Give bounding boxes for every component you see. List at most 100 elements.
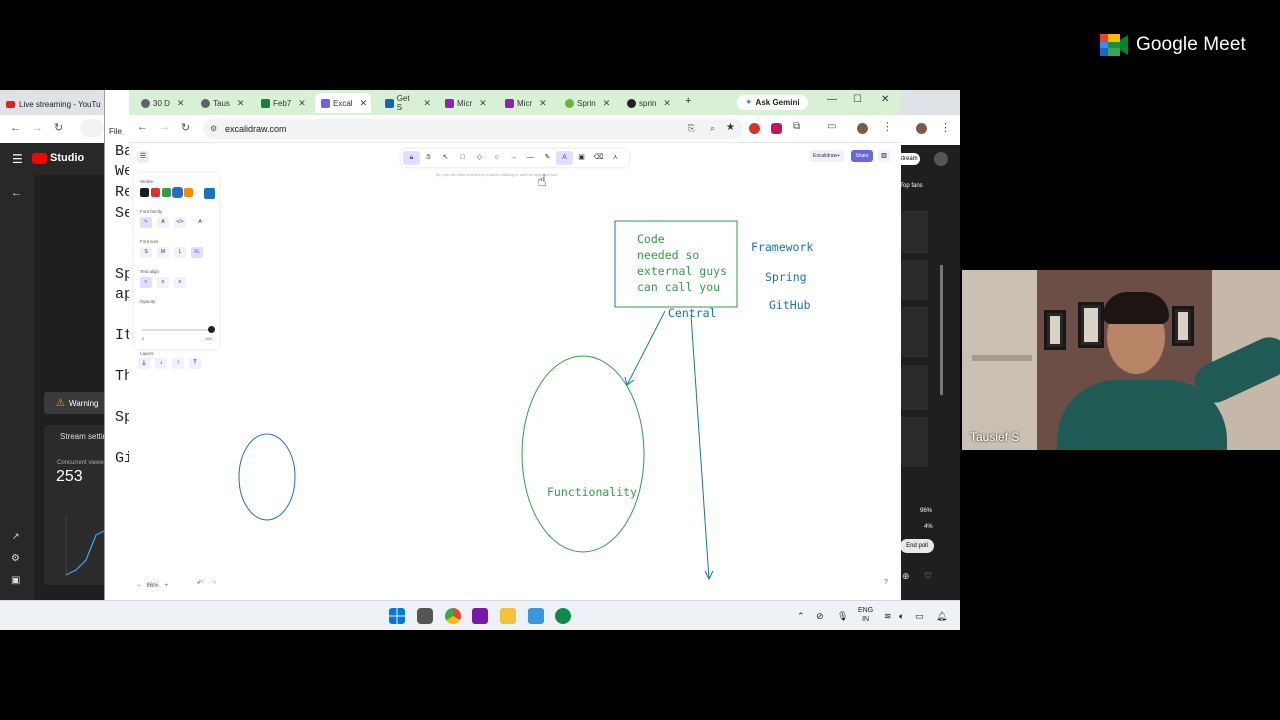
spring-text[interactable]: Spring [765,270,807,284]
code-box-text[interactable]: Code needed so external guys can call yo… [637,231,747,295]
tab-close-icon[interactable]: ✕ [177,98,185,109]
gemini-label: Ask Gemini [755,98,800,107]
menu-icon[interactable]: ☰ [12,152,23,166]
browser-tab[interactable]: 30 D ✕ [135,93,187,113]
reload-icon[interactable]: ↻ [181,121,190,134]
participant-name: Tausief S [970,430,1020,444]
maximize-icon[interactable]: ☐ [853,94,862,105]
tab-close-icon[interactable]: ✕ [298,98,306,109]
zoom-icon[interactable]: ⌕ [710,123,715,134]
back-arrow-icon[interactable]: ← [137,121,148,133]
arrow-to-functionality[interactable] [626,310,666,386]
warning-label: Warning [68,398,99,408]
participant-video-tile[interactable]: Tausief S [962,270,1280,450]
forward-arrow-icon[interactable]: → [159,121,170,133]
new-tab-icon[interactable]: + [685,95,691,107]
zoom-controls: − 86% + [137,579,168,593]
forward-arrow-icon[interactable]: → [32,122,43,134]
profile-avatar[interactable] [916,123,927,134]
studio-label: Studio [50,152,85,164]
file-explorer-icon[interactable] [500,608,516,624]
browser-tab[interactable]: Micr ✕ [439,93,491,113]
install-app-icon[interactable]: ⎘ [688,123,695,134]
central-text[interactable]: Central [668,306,716,320]
zoom-in-icon[interactable]: + [165,583,169,589]
tab-close-icon[interactable]: ✕ [479,98,487,109]
functionality-text[interactable]: Functionality [547,485,637,499]
browser-tab[interactable]: Sprin ✕ [559,93,613,113]
task-view-icon[interactable] [417,608,433,624]
extension-icon[interactable] [749,123,760,134]
reload-icon[interactable]: ↻ [54,121,63,134]
back-arrow-icon[interactable]: ← [10,122,21,134]
help-icon[interactable]: ? [884,579,888,586]
notepad-icon[interactable] [528,608,544,624]
zoom-out-icon[interactable]: − [137,583,141,589]
browser-tab[interactable]: Micr ✕ [499,93,551,113]
zoom-level[interactable]: 86% [147,583,159,589]
youtube-studio-logo[interactable]: Studio [32,152,84,164]
browser-tab[interactable]: Taus ✕ [195,93,247,113]
top-fans-label[interactable]: Top fans [900,183,923,189]
browser-tab[interactable]: sprin ✕ [621,93,675,113]
expand-icon[interactable]: ↗ [12,531,20,542]
volume-icon[interactable]: 🔈︎ [899,611,904,622]
extensions-puzzle-icon[interactable]: ⧉ [793,121,800,132]
language-indicator[interactable]: ENG IN [858,606,873,624]
tab-close-icon[interactable]: ✕ [237,98,245,109]
minimize-icon[interactable]: — [827,94,837,105]
tab-close-icon[interactable]: ✕ [423,98,431,109]
end-poll-button[interactable]: End poll [900,539,934,553]
tab-close-icon[interactable]: ✕ [603,98,611,109]
chat-pane-1 [900,211,928,253]
ask-gemini-button[interactable]: ✦ Ask Gemini [737,95,808,110]
profile-avatar[interactable] [857,123,868,134]
bookmark-star-icon[interactable]: ★ [726,122,735,133]
back-icon[interactable]: ← [11,187,22,199]
tab-close-icon[interactable]: ✕ [539,98,547,109]
add-icon[interactable]: ⊕ [902,571,910,582]
notification-bell-icon[interactable]: 🔔︎ [936,611,947,622]
chrome-taskbar-icon[interactable] [445,608,461,624]
small-ellipse[interactable] [238,433,296,521]
channel-avatar[interactable] [934,152,948,166]
github-text[interactable]: GitHub [769,298,811,312]
more-options-icon[interactable]: ⋮ [940,121,951,134]
battery-icon[interactable]: ▭ [915,611,924,622]
feedback-icon[interactable]: ▣ [11,575,20,586]
forms-icon [445,98,454,108]
youtube-omnibox[interactable] [80,119,104,137]
arrow-down[interactable] [690,314,710,580]
person-hair [1103,292,1169,324]
functionality-ellipse[interactable] [521,355,645,553]
browser-tab[interactable]: Get S ✕ [379,93,431,113]
excalidraw-canvas[interactable]: ☰ 🔒︎ ✋︎ ↖ □ ◇ ○ → — ✎ A ▣ ⌫ ⋏ Tip: you c… [129,143,901,600]
framework-text[interactable]: Framework [751,240,813,254]
onenote-icon[interactable] [472,608,488,624]
close-window-icon[interactable]: ✕ [881,94,889,105]
edge-icon[interactable] [555,608,571,624]
tray-network-off-icon[interactable]: ⊘ [816,611,824,622]
side-panel-icon[interactable]: ▭ [827,121,836,132]
scrollbar[interactable] [940,265,943,395]
tray-mic-icon[interactable]: 🎙︎ [837,611,848,622]
settings-gear-icon[interactable]: ⚙ [11,553,20,564]
heart-icon[interactable]: ♡ [924,571,932,582]
meet-camera-icon [1100,34,1128,56]
youtube-tab[interactable]: Live streaming - YouTu [6,95,106,113]
browser-tab-active[interactable]: Excal ✕ [315,93,371,113]
file-menu[interactable]: File [109,127,122,136]
extension-shield-icon[interactable] [771,123,782,134]
chrome-menu-icon[interactable]: ⋮ [882,120,893,133]
tab-close-icon[interactable]: ✕ [663,98,671,109]
browser-tab[interactable]: Feb7 ✕ [255,93,307,113]
undo-icon[interactable]: ↶ [197,579,203,593]
wifi-icon[interactable]: ≋ [884,611,892,622]
windows-start-icon[interactable] [389,608,405,624]
address-bar[interactable]: ⚙ excalidraw.com ⎘ ⌕ ★ [203,119,743,139]
meet-brand-text: Google Meet [1136,34,1246,55]
site-info-icon[interactable]: ⚙ [210,124,217,133]
tab-close-icon[interactable]: ✕ [360,98,368,109]
tray-chevron-icon[interactable]: ⌃ [797,611,805,622]
redo-icon[interactable]: ↷ [211,579,217,593]
